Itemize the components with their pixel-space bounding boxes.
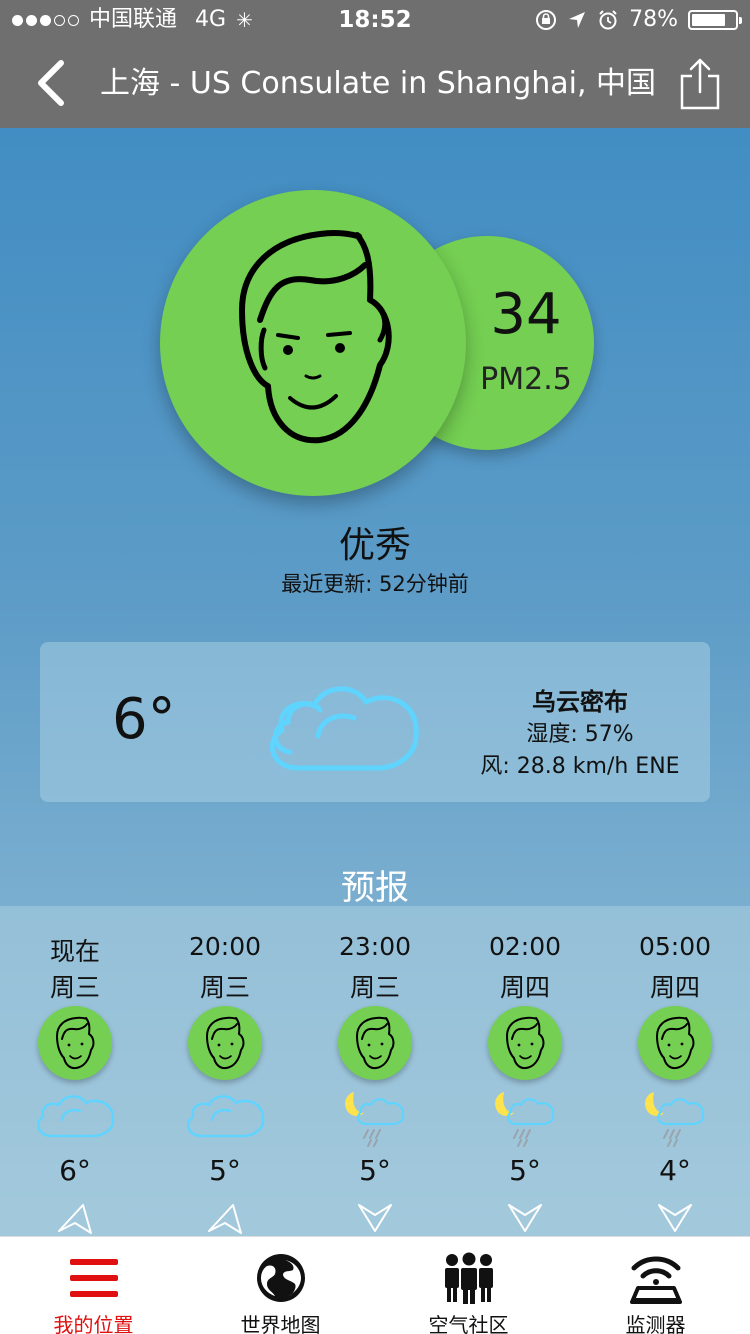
nav-bar: 上海 - US Consulate in Shanghai, 中国 bbox=[0, 40, 750, 128]
humidity-label: 湿度: 57% bbox=[526, 722, 634, 747]
last-updated: 最近更新: 52分钟前 bbox=[281, 572, 469, 596]
wind-label: 风: 28.8 km/h ENE bbox=[480, 754, 680, 779]
moon-rain-icon bbox=[330, 1086, 420, 1154]
weather-card[interactable]: 6° 乌云密布 湿度: 57% 风: 28.8 km/h ENE bbox=[40, 642, 710, 802]
weather-condition: 乌云密布 bbox=[532, 688, 628, 716]
forecast-time: 20:00 bbox=[188, 932, 262, 961]
wind-direction-icon bbox=[505, 1201, 545, 1239]
aqi-value: 34 bbox=[490, 282, 562, 347]
forecast-day: 周三 bbox=[199, 973, 250, 1002]
tab-label: 世界地图 bbox=[240, 1313, 321, 1334]
location-arrow-icon bbox=[569, 12, 586, 28]
happy-face-icon bbox=[188, 1006, 262, 1080]
tab-bar: 我的位置 世界地图 空气社区 监测器 bbox=[0, 1236, 750, 1334]
tab-label: 我的位置 bbox=[53, 1313, 134, 1334]
tab-world-map[interactable]: 世界地图 bbox=[187, 1237, 374, 1334]
tab-community[interactable]: 空气社区 bbox=[375, 1237, 562, 1334]
aqi-unit: PM2.5 bbox=[480, 362, 572, 397]
forecast-item[interactable]: 02:00 周四 5° bbox=[450, 906, 600, 1236]
tab-label: 监测器 bbox=[625, 1313, 686, 1334]
forecast-item[interactable]: 05:00 周四 4° bbox=[600, 906, 750, 1236]
forecast-time: 现在 bbox=[49, 937, 100, 966]
monitor-icon bbox=[562, 1249, 749, 1307]
moon-rain-icon bbox=[480, 1086, 570, 1154]
wind-direction-icon bbox=[55, 1201, 95, 1239]
share-button[interactable] bbox=[672, 50, 728, 118]
forecast-temperature: 6° bbox=[59, 1154, 91, 1187]
happy-face-icon bbox=[638, 1006, 712, 1080]
screen: 中国联通 4G ✳ 18:52 78% 上海 - US Consulate in… bbox=[0, 0, 750, 1334]
tab-my-location[interactable]: 我的位置 bbox=[0, 1237, 187, 1334]
happy-face-icon bbox=[338, 1006, 412, 1080]
tab-label: 空气社区 bbox=[428, 1313, 509, 1334]
aqi-face-circle[interactable] bbox=[160, 190, 466, 496]
top-bar: 中国联通 4G ✳ 18:52 78% 上海 - US Consulate in… bbox=[0, 0, 750, 128]
status-right: 78% bbox=[535, 0, 742, 40]
happy-face-icon bbox=[488, 1006, 562, 1080]
forecast-panel[interactable]: 现在周三 6° 20:00 周三 5° 23:00 周三 5° 02:00 周四 5° 05:00 周四… bbox=[0, 906, 750, 1236]
happy-face-icon bbox=[239, 230, 392, 444]
wind-direction-icon bbox=[655, 1201, 695, 1239]
cloud-icon bbox=[30, 1086, 120, 1150]
air-quality-label: 优秀 bbox=[338, 525, 411, 566]
forecast-item[interactable]: 23:00 周三 5° bbox=[300, 906, 450, 1236]
cloud-icon bbox=[258, 664, 428, 788]
happy-face-icon bbox=[38, 1006, 112, 1080]
forecast-time: 02:00 bbox=[488, 932, 562, 961]
page-title: 上海 - US Consulate in Shanghai, 中国 bbox=[100, 66, 657, 101]
forecast-temperature: 4° bbox=[659, 1154, 691, 1187]
forecast-day: 周四 bbox=[649, 973, 700, 1002]
cloud-icon bbox=[180, 1086, 270, 1150]
wind-direction-icon bbox=[355, 1201, 395, 1239]
forecast-time: 23:00 bbox=[338, 932, 412, 961]
menu-icon bbox=[0, 1249, 187, 1307]
forecast-temperature: 5° bbox=[509, 1154, 541, 1187]
wind-direction-icon bbox=[205, 1201, 245, 1239]
moon-rain-icon bbox=[630, 1086, 720, 1154]
forecast-item[interactable]: 现在周三 6° bbox=[0, 906, 150, 1236]
forecast-day: 周三 bbox=[349, 973, 400, 1002]
forecast-time: 05:00 bbox=[638, 932, 712, 961]
alarm-icon bbox=[599, 10, 617, 30]
globe-icon bbox=[187, 1249, 374, 1307]
current-temperature: 6° bbox=[112, 687, 176, 752]
forecast-item[interactable]: 20:00 周三 5° bbox=[150, 906, 300, 1236]
battery-icon bbox=[688, 10, 742, 30]
battery-percent: 78% bbox=[629, 7, 678, 32]
forecast-day: 周四 bbox=[499, 973, 550, 1002]
community-icon bbox=[375, 1249, 562, 1307]
share-icon bbox=[680, 58, 720, 110]
rotation-lock-icon bbox=[536, 10, 557, 30]
back-button[interactable] bbox=[20, 48, 80, 118]
tab-monitor[interactable]: 监测器 bbox=[562, 1237, 749, 1334]
forecast-day: 周三 bbox=[49, 973, 100, 1002]
forecast-temperature: 5° bbox=[209, 1154, 241, 1187]
status-bar: 中国联通 4G ✳ 18:52 78% bbox=[0, 0, 750, 40]
forecast-temperature: 5° bbox=[359, 1154, 391, 1187]
forecast-title: 预报 bbox=[341, 868, 409, 908]
chevron-left-icon bbox=[38, 60, 64, 106]
